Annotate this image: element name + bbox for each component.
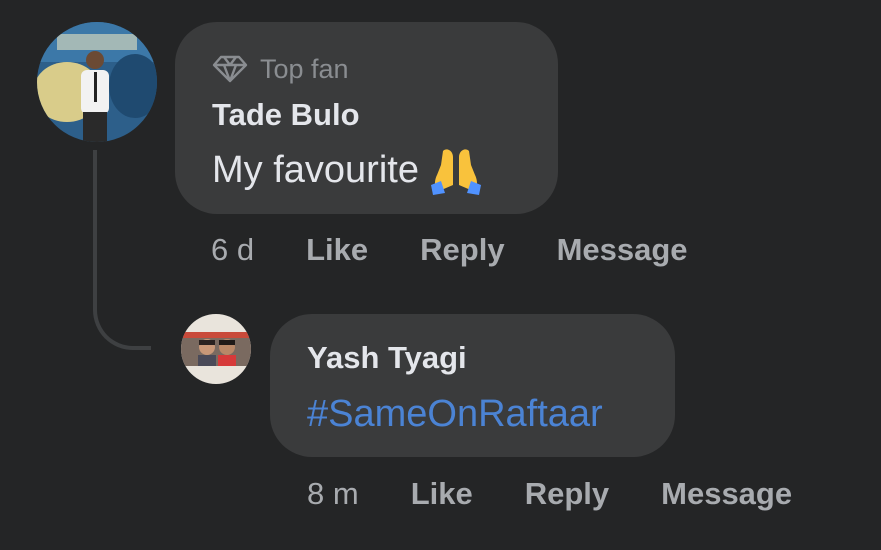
comment-author-name[interactable]: Tade Bulo (212, 97, 360, 133)
avatar[interactable] (37, 22, 157, 142)
reply-hashtag-link[interactable]: #SameOnRaftaar (307, 393, 603, 436)
like-button[interactable]: Like (411, 476, 473, 512)
reply-thread-connector (93, 150, 151, 350)
like-button[interactable]: Like (306, 232, 368, 268)
diamond-icon (212, 55, 248, 83)
folded-hands-emoji (429, 145, 483, 195)
avatar[interactable] (181, 314, 251, 384)
badge-label: Top fan (260, 53, 349, 84)
message-button[interactable]: Message (661, 476, 792, 512)
reply-button[interactable]: Reply (420, 232, 504, 268)
comment-timestamp[interactable]: 6 d (211, 232, 254, 268)
reply-button[interactable]: Reply (525, 476, 609, 512)
top-fan-badge: Top fan (212, 52, 349, 86)
comment-text-content: My favourite (212, 148, 419, 191)
comment-text: My favourite (212, 145, 483, 195)
reply-actions: 8 m Like Reply Message (307, 476, 792, 512)
comment-actions: 6 d Like Reply Message (211, 232, 688, 268)
comment-thread: Top fan Tade Bulo My favourite 6 d Like … (0, 0, 881, 550)
reply-timestamp[interactable]: 8 m (307, 476, 359, 512)
message-button[interactable]: Message (557, 232, 688, 268)
reply-author-name[interactable]: Yash Tyagi (307, 340, 467, 376)
